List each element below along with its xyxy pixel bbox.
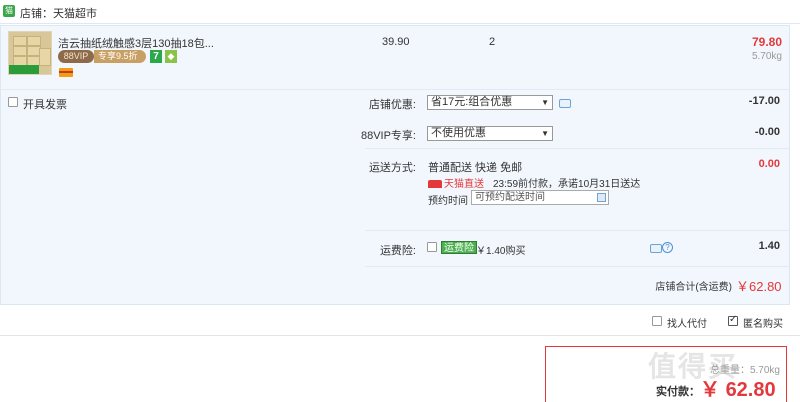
seven-day-return-icon: 7 [150,50,162,63]
vip-offer-select[interactable]: 不使用优惠 ▼ [427,126,553,141]
divider [365,230,790,231]
tmall-cat-icon [428,180,442,188]
insurance-label: 运费险: [379,245,416,257]
delivery-promise: 23:59前付款，承诺10月31日送达 [493,179,641,190]
proxy-pay-label: 找人代付 [667,319,707,330]
vip-discount-badge: 专享9.5折 [94,50,146,63]
invoice-label: 开具发票 [23,99,67,111]
anonymous-checkbox[interactable] [728,314,738,326]
vip-offer-value: -0.00 [754,126,780,138]
product-thumbnail[interactable] [8,31,52,75]
help-icon[interactable]: ? [662,242,673,253]
shop-name: 店铺：天猫超市 [20,8,97,20]
tmall-direct-logo: 天猫直送 [428,175,488,190]
item-subtotal: 79.80 [751,35,782,49]
dropdown-arrow-icon: ▼ [541,98,549,107]
pay-label: 实付款： [656,386,700,398]
message-icon[interactable] [650,244,662,253]
shipping-label: 运送方式: [368,162,416,174]
shop-total-label: 店铺合计(含运费) [655,282,732,293]
shop-discount-label: 店铺优惠: [368,99,416,111]
divider [365,148,790,149]
insurance-tag: 运费险 [441,241,477,254]
message-icon[interactable] [559,99,571,108]
unit-price: 39.90 [382,36,410,48]
divider [365,266,790,267]
invoice-checkbox[interactable] [8,97,18,107]
item-weight: 5.70kg [751,51,782,62]
proxy-pay-checkbox[interactable] [652,316,662,326]
schedule-input[interactable]: 可预约配送时间 [471,190,609,205]
gift-icon: ◆ [165,50,177,63]
tmall-icon: 猫 [3,5,15,17]
shop-total-value: ￥62.80 [736,279,782,294]
anonymous-label: 匿名购买 [743,319,783,330]
dropdown-arrow-icon: ▼ [541,129,549,138]
product-title[interactable]: 洁云抽纸绒触感3层130抽18包... [58,35,214,51]
schedule-label: 预约时间 [428,196,468,207]
shop-header [0,0,800,24]
shop-discount-select[interactable]: 省17元:组合优惠 ▼ [427,95,553,110]
shipping-method: 普通配送 快递 免邮 [428,162,523,174]
credit-card-icon [59,68,73,77]
shop-discount-value: -17.00 [748,95,780,107]
shipping-value: 0.00 [758,158,780,170]
insurance-value: 1.40 [758,240,780,252]
quantity: 2 [489,36,496,48]
watermark: 值得买 [648,351,739,382]
vip-badge: 88VIP [58,50,94,63]
insurance-checkbox[interactable] [427,242,437,252]
insurance-price: ￥1.40购买 [476,246,526,257]
vip-offer-label: 88VIP专享: [360,130,416,142]
calendar-icon[interactable] [597,193,606,202]
